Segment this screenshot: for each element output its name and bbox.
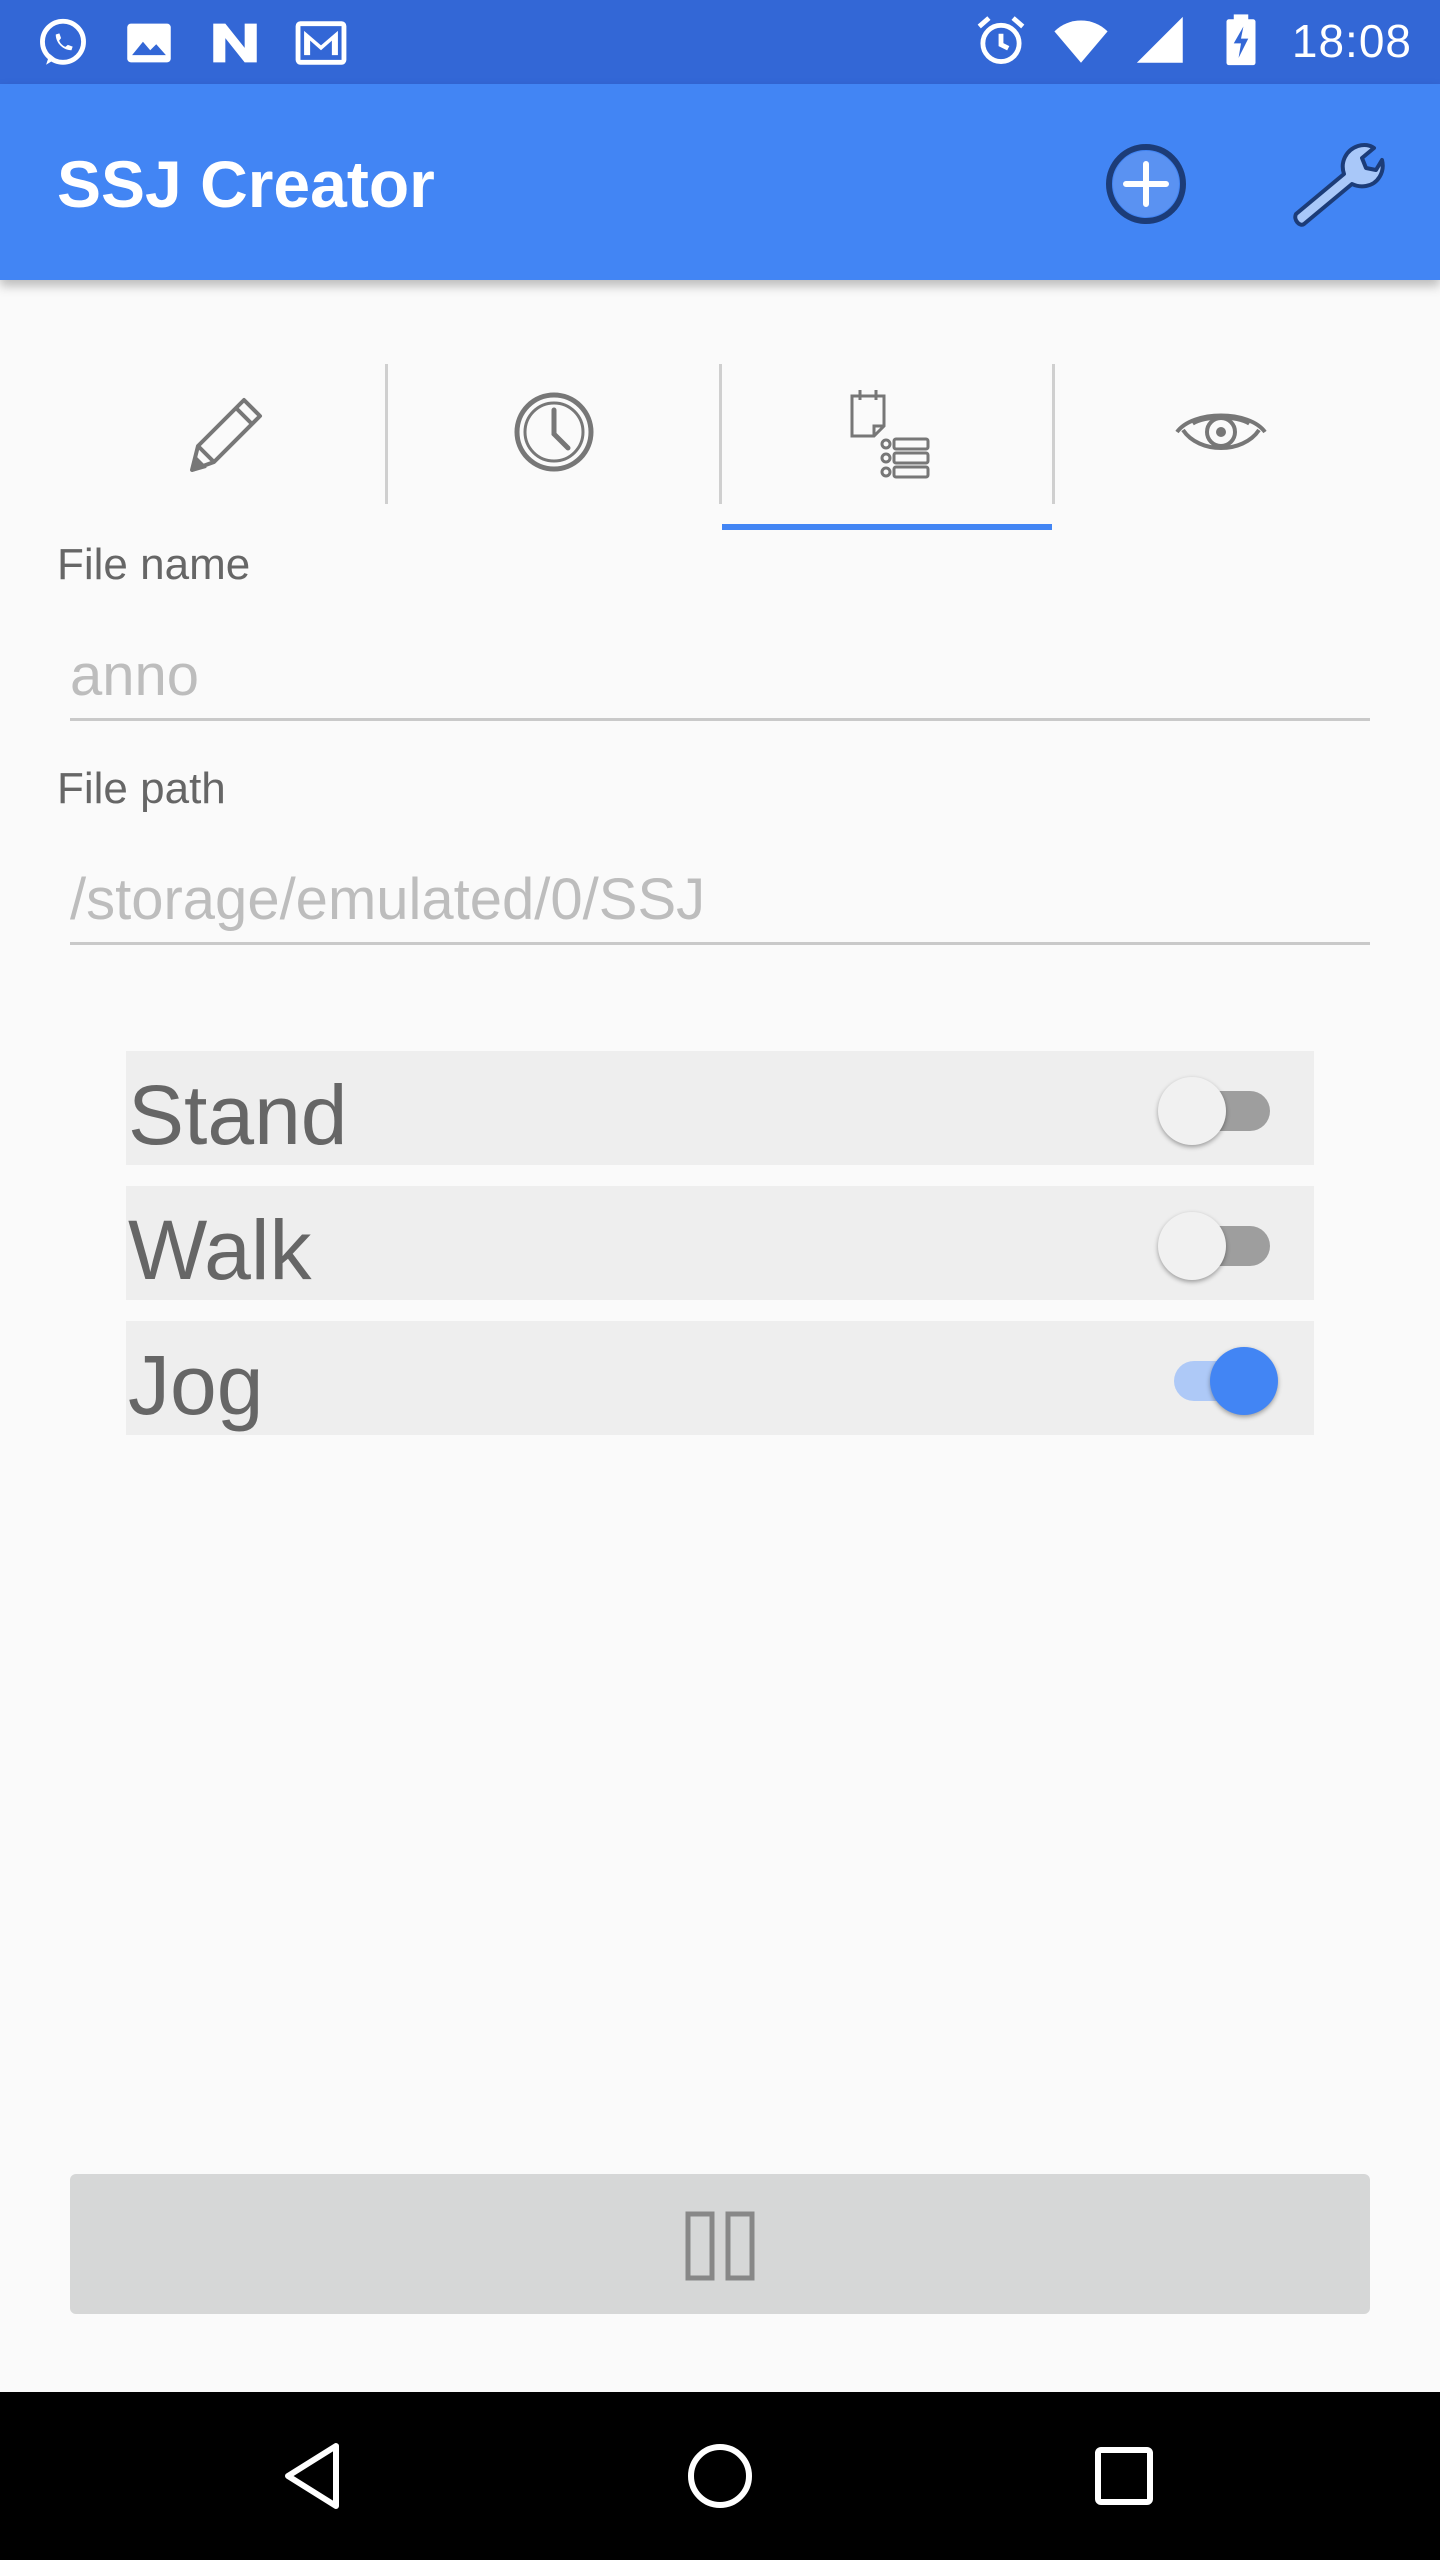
signal-icon — [1136, 16, 1183, 63]
pause-button[interactable] — [70, 2174, 1370, 2314]
navigation-bar — [0, 2392, 1440, 2560]
file-path-input[interactable] — [70, 860, 1370, 945]
stand-switch[interactable] — [1158, 1077, 1278, 1145]
file-path-label: File path — [57, 764, 226, 813]
wrench-icon[interactable] — [1286, 134, 1386, 234]
app-title: SSJ Creator — [57, 147, 435, 221]
back-icon[interactable] — [274, 2434, 358, 2518]
eye-icon — [1175, 413, 1267, 450]
tab-annotation[interactable] — [722, 360, 1054, 532]
clock-icon — [514, 392, 594, 472]
annotation-label: Walk — [128, 1203, 312, 1297]
jog-switch[interactable] — [1158, 1347, 1278, 1415]
file-name-label: File name — [57, 540, 251, 589]
annotation-list-icon — [850, 390, 930, 479]
battery-charging-icon — [1226, 14, 1256, 66]
pencil-icon — [190, 398, 262, 472]
wifi-icon — [1054, 20, 1108, 63]
annotation-row-jog: Jog — [126, 1321, 1314, 1435]
image-icon — [127, 23, 171, 63]
gmail-icon — [295, 21, 347, 65]
app-bar: SSJ Creator — [0, 84, 1440, 280]
pause-icon — [685, 2211, 755, 2281]
recent-apps-icon[interactable] — [1082, 2434, 1166, 2518]
annotation-row-walk: Walk — [126, 1186, 1314, 1300]
annotation-label: Jog — [128, 1338, 264, 1432]
annotation-label: Stand — [128, 1068, 348, 1162]
tab-edit[interactable] — [54, 360, 386, 532]
tab-selected-indicator — [722, 524, 1052, 530]
status-time: 18:08 — [1291, 15, 1412, 67]
tab-view[interactable] — [1055, 360, 1387, 532]
home-icon[interactable] — [678, 2434, 762, 2518]
whatsapp-icon — [40, 18, 86, 65]
walk-switch[interactable] — [1158, 1212, 1278, 1280]
tab-bar — [0, 360, 1440, 532]
file-name-input[interactable] — [70, 636, 1370, 721]
alarm-icon — [977, 16, 1025, 64]
add-circle-icon[interactable] — [1096, 134, 1196, 234]
n-app-icon — [213, 23, 257, 63]
tab-timer[interactable] — [388, 360, 720, 532]
status-bar: 18:08 — [0, 0, 1440, 84]
annotation-row-stand: Stand — [126, 1051, 1314, 1165]
